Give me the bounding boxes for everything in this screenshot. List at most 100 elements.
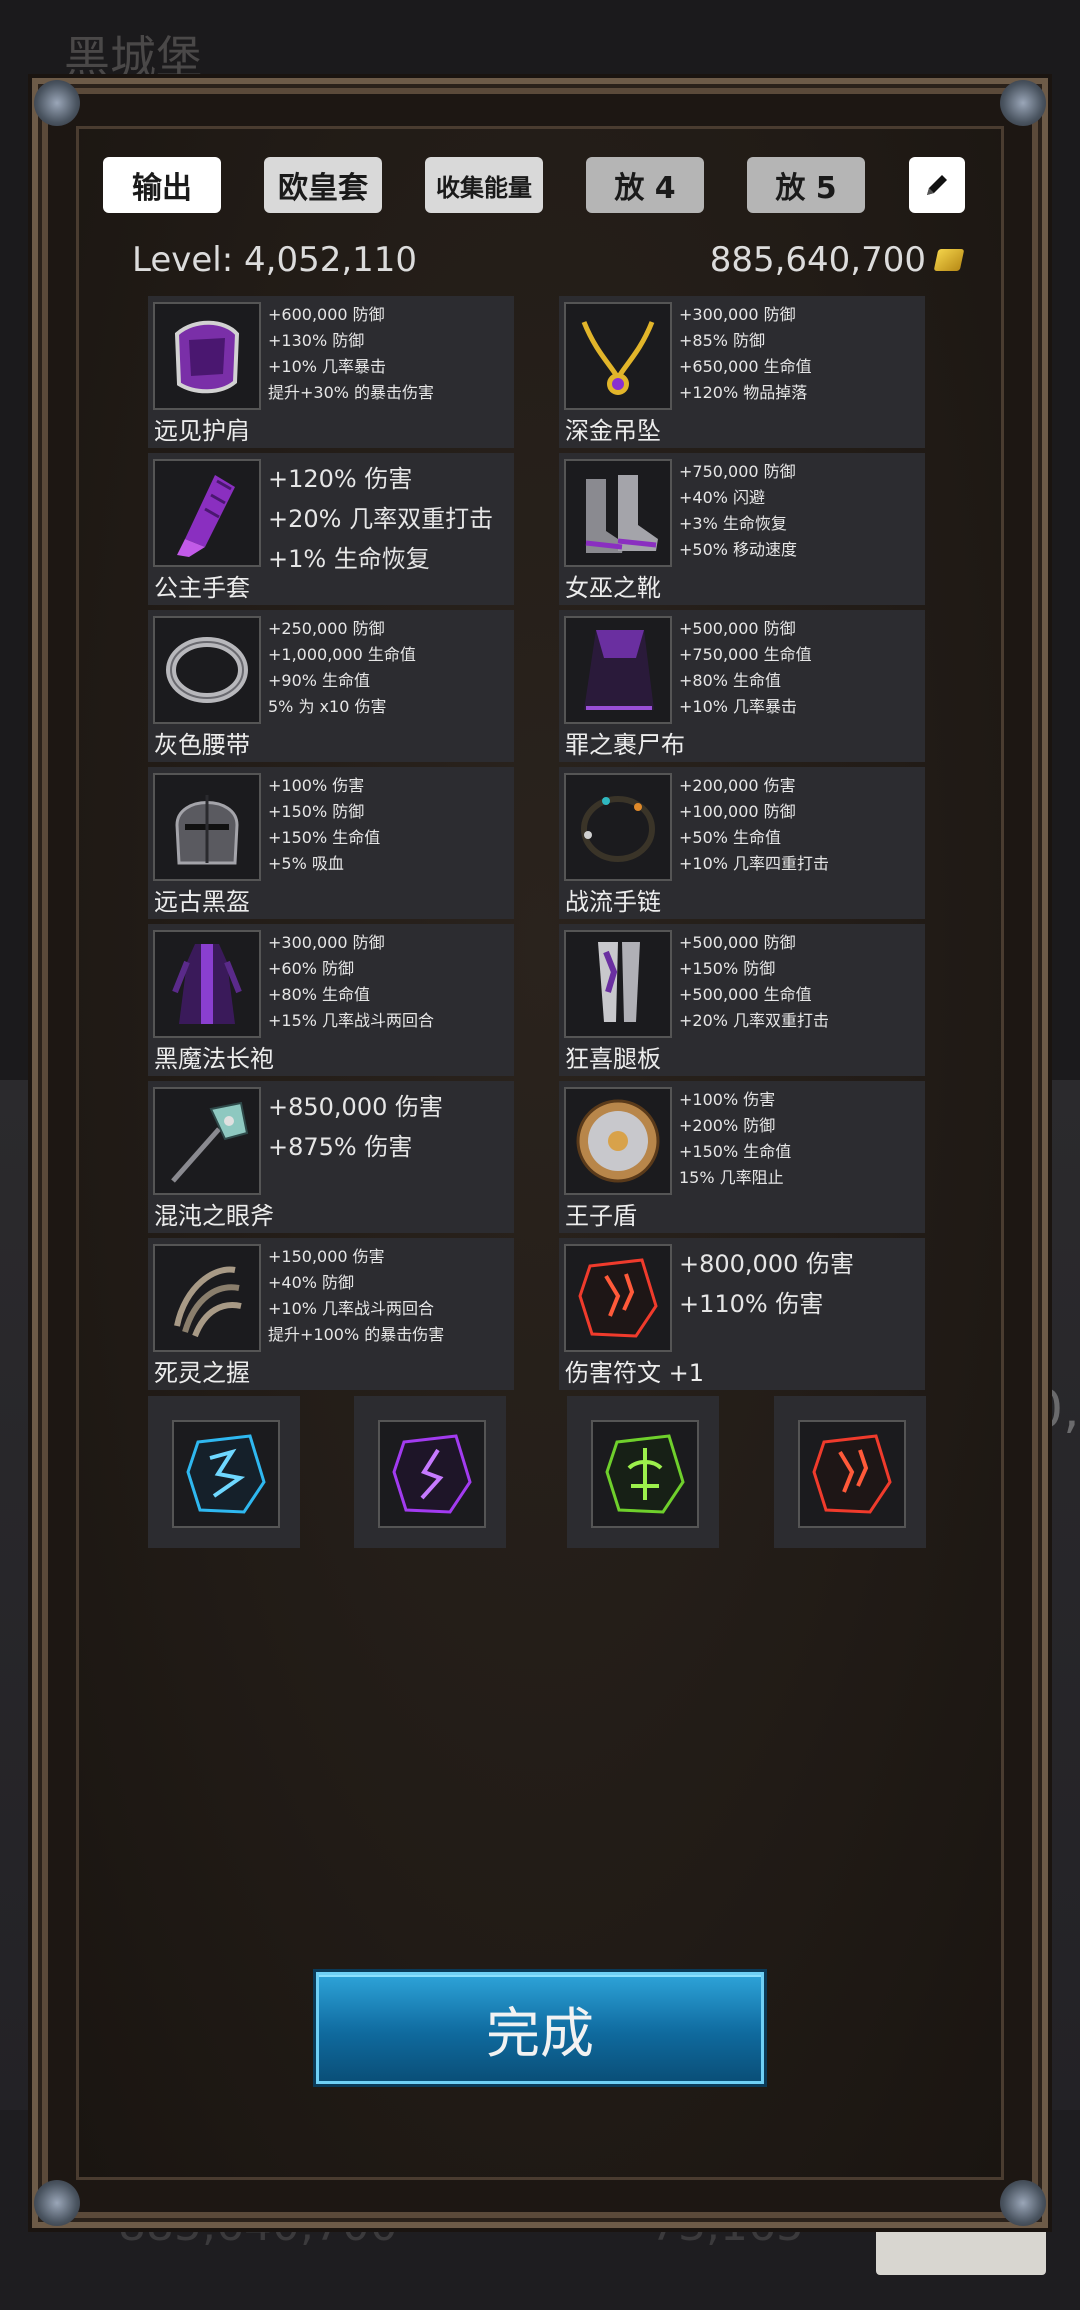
rune-slot-2[interactable] — [354, 1396, 506, 1548]
item-stats: +800,000 伤害 +110% 伤害 — [679, 1244, 921, 1324]
item-card[interactable]: +150,000 伤害 +40% 防御 +10% 几率战斗两回合 提升+100%… — [148, 1238, 514, 1390]
item-stats: +250,000 防御 +1,000,000 生命值 +90% 生命值 5% 为… — [268, 616, 510, 720]
item-name: 罪之裹尸布 — [565, 731, 685, 759]
item-card[interactable]: +300,000 防御 +85% 防御 +650,000 生命值 +120% 物… — [559, 296, 925, 448]
item-card[interactable]: +200,000 伤害 +100,000 防御 +50% 生命值 +10% 几率… — [559, 767, 925, 919]
stat-line: +40% 闪避 — [679, 488, 766, 507]
stat-line: +120% 物品掉落 — [679, 383, 808, 402]
stat-line: +875% 伤害 — [268, 1133, 413, 1161]
item-stats: +500,000 防御 +750,000 生命值 +80% 生命值 +10% 几… — [679, 616, 921, 720]
stat-line: +50% 移动速度 — [679, 540, 798, 559]
black-helmet-icon — [175, 795, 239, 865]
rune-slot-4[interactable] — [774, 1396, 926, 1548]
item-slot — [591, 1420, 699, 1528]
item-name: 深金吊坠 — [565, 417, 661, 445]
corner-ornament-icon — [1000, 2180, 1046, 2226]
stat-line: 15% 几率阻止 — [679, 1168, 784, 1187]
stat-line: +650,000 生命值 — [679, 357, 812, 376]
loadout-tabs: 输出 欧皇套 收集能量 放 4 放 5 — [103, 157, 965, 213]
stat-line: +150% 防御 — [679, 959, 776, 978]
grey-belt-icon — [166, 637, 248, 703]
level-display: Level: 4,052,110 — [132, 240, 417, 280]
done-button[interactable]: 完成 — [316, 1972, 764, 2084]
item-name: 王子盾 — [565, 1202, 637, 1230]
stat-line: +20% 几率双重打击 — [268, 505, 494, 533]
stat-line: 提升+30% 的暴击伤害 — [268, 383, 435, 402]
gold-display: 885,640,700 — [709, 240, 965, 280]
item-name: 远见护肩 — [154, 417, 250, 445]
stat-line: +3% 生命恢复 — [679, 514, 787, 533]
edit-button[interactable] — [909, 157, 965, 213]
item-name: 公主手套 — [154, 574, 250, 602]
witch-boots-icon — [585, 475, 658, 553]
stat-line: +85% 防御 — [679, 331, 766, 350]
leg-plate-icon — [598, 942, 640, 1022]
stat-line: 提升+100% 的暴击伤害 — [268, 1325, 445, 1344]
tab-output[interactable]: 输出 — [103, 157, 221, 213]
background-location-title: 黑城堡 — [64, 31, 202, 85]
item-slot — [564, 773, 672, 881]
stat-line: +150% 生命值 — [679, 1142, 792, 1161]
stat-line: +10% 几率战斗两回合 — [268, 1299, 435, 1318]
stat-line: +150% 防御 — [268, 802, 365, 821]
tab-slot-5[interactable]: 放 5 — [747, 157, 865, 213]
stat-line: +50% 生命值 — [679, 828, 782, 847]
stat-line: +500,000 防御 — [679, 619, 796, 638]
item-slot — [378, 1420, 486, 1528]
stat-line: +10% 几率四重打击 — [679, 854, 830, 873]
purple-gloves-icon — [177, 475, 235, 557]
stat-line: +40% 防御 — [268, 1273, 355, 1292]
corner-ornament-icon — [34, 2180, 80, 2226]
tab-lucky-set[interactable]: 欧皇套 — [264, 157, 382, 213]
item-stats: +750,000 防御 +40% 闪避 +3% 生命恢复 +50% 移动速度 — [679, 459, 921, 563]
stat-line: +750,000 生命值 — [679, 645, 812, 664]
item-card[interactable]: +500,000 防御 +750,000 生命值 +80% 生命值 +10% 几… — [559, 610, 925, 762]
item-card[interactable]: +500,000 防御 +150% 防御 +500,000 生命值 +20% 几… — [559, 924, 925, 1076]
item-stats: +100% 伤害 +200% 防御 +150% 生命值 15% 几率阻止 — [679, 1087, 921, 1191]
stat-line: +5% 吸血 — [268, 854, 344, 873]
stat-line: +60% 防御 — [268, 959, 355, 978]
item-name: 女巫之靴 — [565, 574, 661, 602]
rune-slot-1[interactable] — [148, 1396, 300, 1548]
item-stats: +200,000 伤害 +100,000 防御 +50% 生命值 +10% 几率… — [679, 773, 921, 877]
item-slot — [564, 1244, 672, 1352]
stat-line: +200,000 伤害 — [679, 776, 796, 795]
item-name: 狂喜腿板 — [565, 1045, 661, 1073]
item-card[interactable]: +800,000 伤害 +110% 伤害 伤害符文 +1 — [559, 1238, 925, 1390]
item-slot — [564, 616, 672, 724]
item-card[interactable]: +120% 伤害 +20% 几率双重打击 +1% 生命恢复 公主手套 — [148, 453, 514, 605]
stat-line: +1% 生命恢复 — [268, 545, 430, 573]
item-card[interactable]: +250,000 防御 +1,000,000 生命值 +90% 生命值 5% 为… — [148, 610, 514, 762]
stat-line: +10% 几率暴击 — [679, 697, 798, 716]
stat-line: +110% 伤害 — [679, 1290, 824, 1318]
rune-slot-3[interactable] — [567, 1396, 719, 1548]
stat-line: +300,000 防御 — [268, 933, 385, 952]
item-slot — [564, 1087, 672, 1195]
tab-collect-energy[interactable]: 收集能量 — [425, 157, 543, 213]
item-card[interactable]: +750,000 防御 +40% 闪避 +3% 生命恢复 +50% 移动速度 女… — [559, 453, 925, 605]
item-card[interactable]: +850,000 伤害 +875% 伤害 混沌之眼斧 — [148, 1081, 514, 1233]
item-stats: +300,000 防御 +60% 防御 +80% 生命值 +15% 几率战斗两回… — [268, 930, 510, 1034]
item-name: 黑魔法长袍 — [154, 1045, 274, 1073]
chaos-axe-icon — [171, 1101, 249, 1183]
item-card[interactable]: +100% 伤害 +200% 防御 +150% 生命值 15% 几率阻止 王子盾 — [559, 1081, 925, 1233]
item-name: 远古黑盔 — [154, 888, 250, 916]
gold-value: 885,640,700 — [709, 240, 926, 280]
stat-line: +100,000 防御 — [679, 802, 796, 821]
tab-slot-4[interactable]: 放 4 — [586, 157, 704, 213]
item-card[interactable]: +600,000 防御 +130% 防御 +10% 几率暴击 提升+30% 的暴… — [148, 296, 514, 448]
purple-shoulder-pad-icon — [174, 320, 240, 394]
stat-line: +100% 伤害 — [268, 776, 365, 795]
item-card[interactable]: +100% 伤害 +150% 防御 +150% 生命值 +5% 吸血 远古黑盔 — [148, 767, 514, 919]
item-slot — [564, 459, 672, 567]
item-name: 战流手链 — [565, 888, 661, 916]
item-slot — [153, 930, 261, 1038]
round-shield-icon — [576, 1099, 660, 1183]
stat-line: +80% 生命值 — [679, 671, 782, 690]
item-card[interactable]: +300,000 防御 +60% 防御 +80% 生命值 +15% 几率战斗两回… — [148, 924, 514, 1076]
stat-line: +90% 生命值 — [268, 671, 371, 690]
level-label: Level: — [132, 240, 234, 280]
gold-pendant-icon — [581, 321, 655, 395]
item-slot — [153, 1244, 261, 1352]
corner-ornament-icon — [1000, 80, 1046, 126]
